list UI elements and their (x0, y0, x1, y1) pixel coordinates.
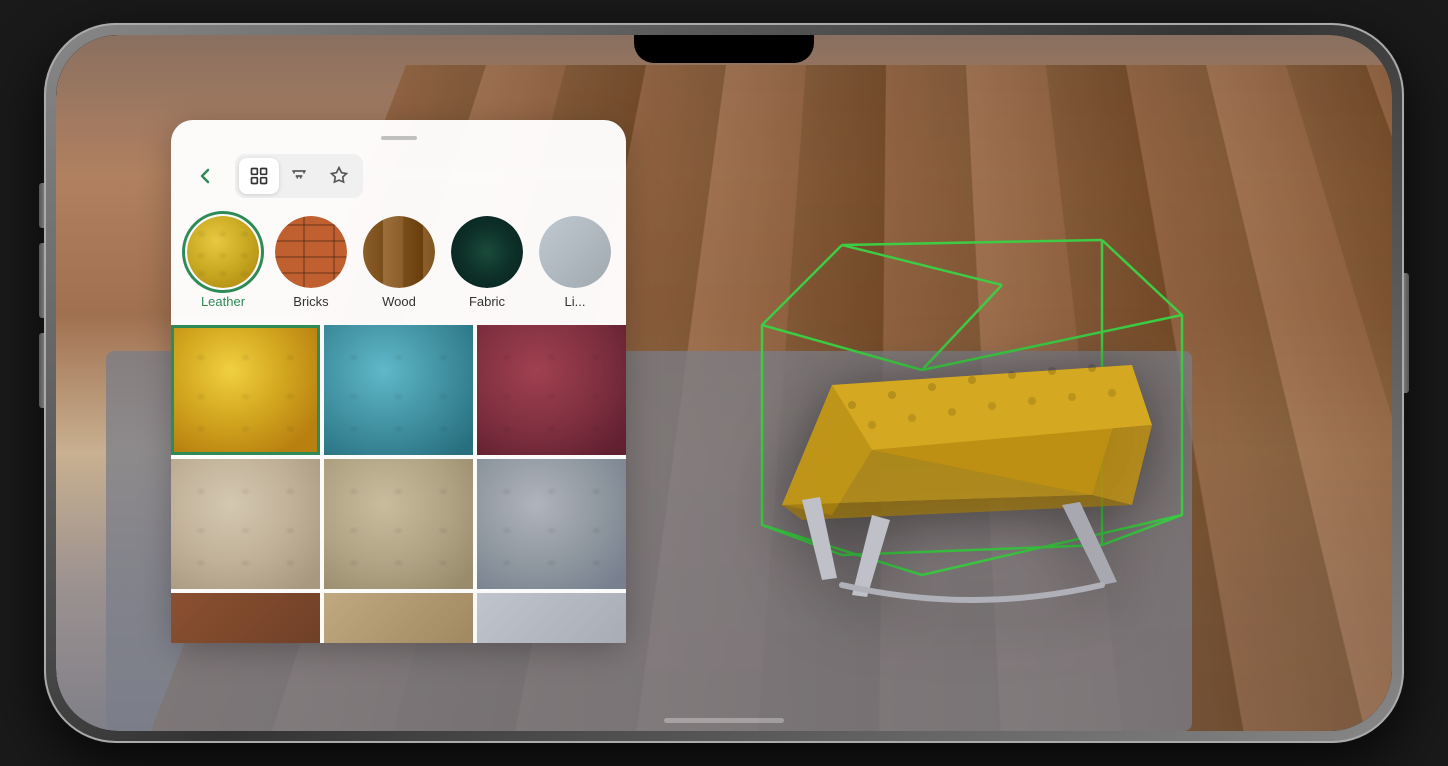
power-button[interactable] (1404, 273, 1409, 393)
ar-screen: Leather Bricks (56, 35, 1392, 731)
category-item-fabric[interactable]: Fabric (451, 216, 523, 309)
category-circle-fabric (451, 216, 523, 288)
category-circle-leather (187, 216, 259, 288)
pin-button[interactable] (319, 158, 359, 194)
category-circle-li (539, 216, 611, 288)
ar-chair (752, 225, 1172, 605)
category-label-li: Li... (565, 294, 586, 309)
texture-cell-brown[interactable] (171, 593, 320, 643)
grid-view-button[interactable] (239, 158, 279, 194)
back-button[interactable] (187, 158, 223, 194)
category-item-bricks[interactable]: Bricks (275, 216, 347, 309)
texture-cell-darkred[interactable] (477, 325, 626, 455)
texture-grid (171, 325, 626, 643)
category-label-bricks: Bricks (293, 294, 328, 309)
texture-cell-beige2[interactable] (324, 459, 473, 589)
filter-button[interactable] (279, 158, 319, 194)
category-circle-wood (363, 216, 435, 288)
volume-mute-button[interactable] (39, 183, 44, 228)
notch (634, 35, 814, 63)
texture-cell-lightgray[interactable] (477, 593, 626, 643)
texture-cell-warmbeige[interactable] (324, 593, 473, 643)
category-list: Leather Bricks (187, 216, 610, 309)
home-indicator (664, 718, 784, 723)
texture-cell-beige1[interactable] (171, 459, 320, 589)
panel-toolbar (187, 154, 610, 198)
volume-down-button[interactable] (39, 333, 44, 408)
phone-screen: Leather Bricks (56, 35, 1392, 731)
category-item-leather[interactable]: Leather (187, 216, 259, 309)
category-label-leather: Leather (201, 294, 245, 309)
category-item-li[interactable]: Li... (539, 216, 611, 309)
category-item-wood[interactable]: Wood (363, 216, 435, 309)
texture-cell-yellow[interactable] (171, 325, 320, 455)
material-panel: Leather Bricks (171, 120, 626, 643)
category-circle-bricks (275, 216, 347, 288)
volume-up-button[interactable] (39, 243, 44, 318)
category-label-wood: Wood (382, 294, 416, 309)
ar-chair-container (712, 165, 1232, 635)
view-toggle-group (235, 154, 363, 198)
texture-cell-gray[interactable] (477, 459, 626, 589)
category-label-fabric: Fabric (469, 294, 505, 309)
phone-frame: Leather Bricks (44, 23, 1404, 743)
drag-handle (381, 136, 417, 140)
texture-cell-teal[interactable] (324, 325, 473, 455)
